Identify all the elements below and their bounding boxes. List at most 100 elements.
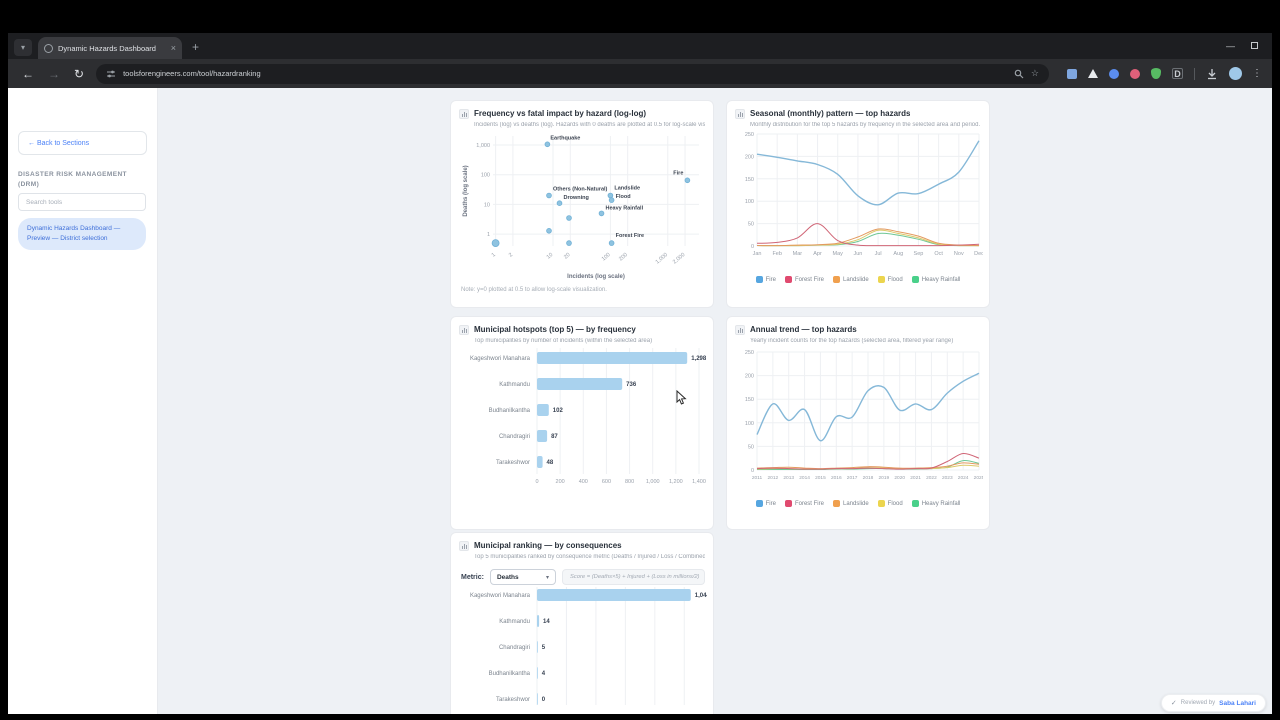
scatter-point (566, 215, 572, 221)
seasonal-line-chart: 250 200 150 100 50 0 Jan Feb Mar Apr May Jun Jul Aug S… (735, 128, 984, 283)
svg-text:Forest Fire: Forest Fire (616, 233, 644, 239)
svg-text:600: 600 (602, 479, 611, 485)
extension-red-dot-icon[interactable] (1130, 68, 1140, 79)
svg-text:2,000: 2,000 (672, 252, 686, 265)
extension-d-icon[interactable]: D (1172, 68, 1183, 79)
search-icon[interactable] (1014, 69, 1024, 79)
svg-text:800: 800 (625, 479, 634, 485)
chevron-down-icon: ▾ (545, 574, 549, 581)
svg-text:2024: 2024 (958, 475, 969, 481)
svg-text:Budhanilkantha: Budhanilkantha (489, 671, 531, 677)
svg-text:14: 14 (543, 619, 550, 625)
bar (537, 589, 691, 601)
svg-text:50: 50 (748, 444, 754, 450)
svg-text:May: May (833, 251, 844, 257)
mouse-cursor (676, 390, 687, 405)
svg-text:2015: 2015 (815, 475, 826, 481)
sidebar-item-dynamic-hazards-dashboard[interactable]: Dynamic Hazards Dashboard — Preview — Di… (18, 218, 146, 251)
scatter-point (608, 240, 615, 246)
svg-text:100: 100 (601, 252, 612, 263)
browser-tab[interactable]: Dynamic Hazards Dashboard × (38, 37, 182, 59)
svg-text:100: 100 (745, 421, 754, 427)
ranking-bar-chart: Kageshwori Manahara 1,044 Kathmandu 14 Chand… (459, 585, 710, 714)
bar (537, 378, 623, 390)
chart-note: Note: y=0 plotted at 0.5 to allow log-sc… (461, 287, 607, 293)
legend-item: Flood (877, 276, 903, 283)
svg-text:2023: 2023 (942, 475, 953, 481)
legend-item: Forest Fire (784, 500, 824, 507)
svg-text:10: 10 (546, 252, 555, 261)
bar (537, 430, 548, 442)
minimize-button[interactable]: — (1226, 42, 1235, 51)
bookmark-star-icon[interactable]: ☆ (1031, 68, 1039, 79)
svg-text:0: 0 (535, 479, 538, 485)
svg-text:Apr: Apr (813, 251, 822, 257)
svg-text:1,200: 1,200 (669, 479, 683, 485)
extension-kite-icon[interactable] (1067, 68, 1077, 79)
extension-triangle-icon[interactable] (1088, 69, 1098, 78)
extension-blue-dot-icon[interactable] (1109, 68, 1119, 79)
chart-card-icon (459, 109, 469, 119)
back-button[interactable]: ← (22, 67, 34, 81)
menu-kebab-icon[interactable]: ⋮ (1252, 68, 1262, 79)
sidebar: ← Back to Sections DISASTER RISK MANAGEM… (8, 88, 158, 714)
svg-text:Kageshwori Manahara: Kageshwori Manahara (470, 356, 531, 362)
forward-button[interactable]: → (48, 67, 60, 81)
svg-text:2017: 2017 (847, 475, 858, 481)
sidebar-section-heading: DISASTER RISK MANAGEMENT (DRM) (18, 171, 127, 189)
legend-item: Fire (755, 276, 776, 283)
reload-button[interactable]: ↻ (74, 67, 84, 81)
svg-text:102: 102 (553, 408, 564, 414)
svg-text:2019: 2019 (879, 475, 890, 481)
tab-search-button[interactable]: ▾ (14, 39, 32, 56)
tab-strip: ▾ Dynamic Hazards Dashboard × + — (8, 33, 1272, 59)
url-text[interactable]: toolsforengineers.com/tool/hazardranking (123, 69, 1007, 78)
svg-text:Kageshwori Manahara: Kageshwori Manahara (470, 593, 531, 599)
scatter-point (607, 192, 614, 199)
address-bar[interactable]: toolsforengineers.com/tool/hazardranking… (96, 63, 1049, 84)
svg-text:250: 250 (745, 132, 754, 138)
svg-text:Kathmandu: Kathmandu (499, 619, 530, 625)
new-tab-button[interactable]: + (192, 40, 199, 54)
legend-item: Heavy Rainfall (911, 276, 960, 283)
line-chart-svg: 250 200 150 100 50 0Jan Feb Mar Apr May Jun Jul Aug S… (745, 132, 984, 257)
svg-text:2018: 2018 (863, 475, 874, 481)
svg-text:Fire: Fire (673, 170, 683, 176)
scatter-point (546, 228, 552, 234)
back-to-sections-button[interactable]: ← Back to Sections (18, 131, 147, 155)
check-icon: ✓ (1170, 700, 1177, 707)
restore-button[interactable] (1251, 42, 1258, 51)
reviewed-badge[interactable]: ✓ Reviewed by Saba Lahari (1160, 694, 1266, 712)
toolbar-divider (1194, 67, 1195, 80)
svg-text:48: 48 (547, 460, 554, 466)
dashboard-page: ← Back to Sections DISASTER RISK MANAGEM… (8, 88, 1272, 714)
svg-text:Sep: Sep (914, 251, 924, 257)
legend-item: Landslide (832, 276, 869, 283)
tab-close-icon[interactable]: × (171, 43, 176, 53)
downloads-icon[interactable] (1206, 68, 1218, 80)
profile-avatar[interactable] (1229, 67, 1242, 80)
bar (537, 693, 538, 705)
metric-label: Metric: (461, 573, 484, 581)
extension-shield-icon[interactable] (1151, 68, 1161, 79)
metric-select[interactable]: Deaths ▾ (489, 569, 556, 585)
search-tools-input[interactable] (18, 193, 146, 211)
svg-text:Heavy Rainfall: Heavy Rainfall (606, 205, 644, 211)
scatter-point (598, 210, 605, 217)
svg-text:1,000: 1,000 (655, 252, 669, 265)
svg-text:1,000: 1,000 (476, 143, 490, 149)
svg-text:2025: 2025 (974, 475, 983, 481)
browser-window: ▾ Dynamic Hazards Dashboard × + — ← → ↻ … (8, 33, 1272, 714)
card-subtitle: Top 5 municipalities ranked by consequen… (474, 554, 705, 560)
line-series (756, 140, 980, 206)
scatter-point (491, 239, 500, 247)
svg-text:200: 200 (745, 154, 754, 160)
tab-title: Dynamic Hazards Dashboard (58, 43, 156, 53)
svg-text:736: 736 (626, 382, 637, 388)
chart-card-icon (459, 325, 469, 335)
bar (537, 667, 538, 679)
annual-line-chart: 250 200 150 100 50 0 2011 2012 2013 2014 2015 2016 2… (735, 344, 985, 507)
badge-name[interactable]: Saba Lahari (1219, 700, 1256, 707)
svg-text:100: 100 (745, 199, 754, 205)
scatter-point (566, 240, 572, 246)
